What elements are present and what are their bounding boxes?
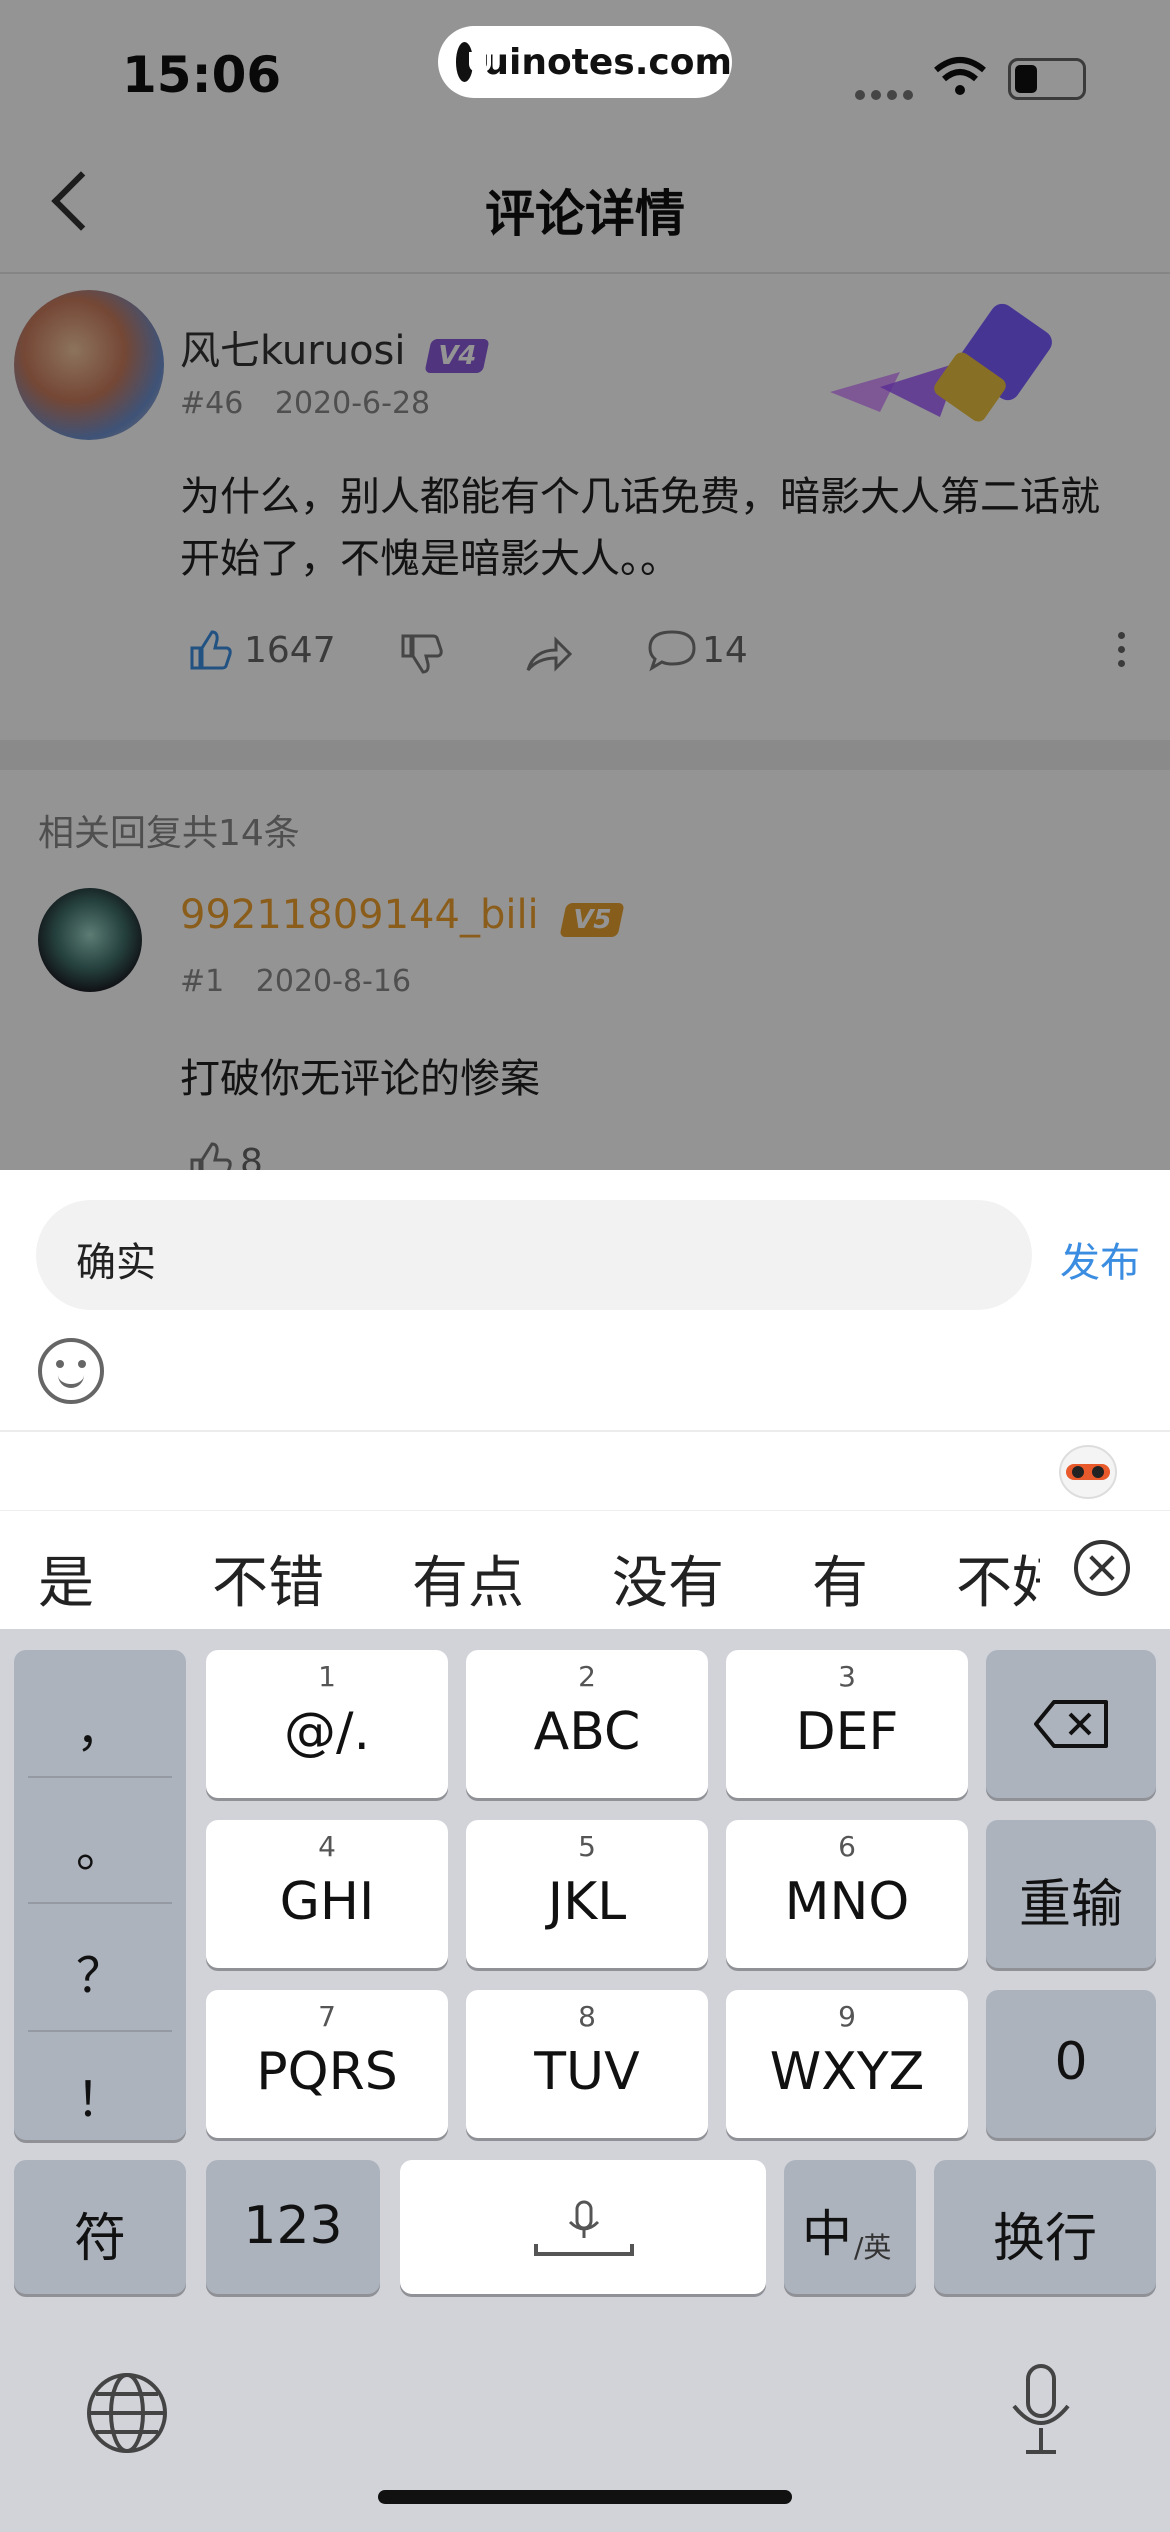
space-mic-icon <box>534 2200 634 2256</box>
key-label-main: 中 <box>802 2205 852 2263</box>
dim-overlay[interactable] <box>0 0 1170 1170</box>
comment-input[interactable]: 确实 <box>36 1200 1032 1310</box>
key-label: DEF <box>795 1702 899 1762</box>
key-2[interactable]: 2 ABC <box>466 1650 708 1798</box>
key-label: ABC <box>533 1702 641 1762</box>
key-label: TUV <box>534 2042 640 2102</box>
symbols-key[interactable]: 符 <box>14 2160 186 2294</box>
key-number: 5 <box>578 1830 596 1863</box>
reenter-key[interactable]: 重输 <box>986 1820 1156 1968</box>
candidate-word[interactable]: 是 <box>38 1538 94 1619</box>
key-label: PQRS <box>256 2042 398 2102</box>
key-7[interactable]: 7 PQRS <box>206 1990 448 2138</box>
candidate-word[interactable]: 不错 <box>212 1538 324 1619</box>
backspace-key[interactable] <box>986 1650 1156 1798</box>
key-1[interactable]: 1 @/. <box>206 1650 448 1798</box>
key-0[interactable]: 0 <box>986 1990 1156 2138</box>
key-number: 3 <box>838 1660 856 1693</box>
numbers-key[interactable]: 123 <box>206 2160 380 2294</box>
globe-icon[interactable] <box>84 2370 170 2456</box>
punct-question-key[interactable]: ？ <box>14 1936 186 2006</box>
site-banner: uinotes.com <box>438 26 732 98</box>
publish-button[interactable]: 发布 <box>1060 1230 1140 1288</box>
key-label: 符 <box>73 2209 126 2269</box>
key-label: 0 <box>1054 2032 1088 2092</box>
candidate-word[interactable]: 有 <box>812 1538 868 1619</box>
key-5[interactable]: 5 JKL <box>466 1820 708 1968</box>
key-6[interactable]: 6 MNO <box>726 1820 968 1968</box>
candidate-word[interactable]: 有点 <box>412 1538 524 1619</box>
key-label: JKL <box>547 1872 627 1932</box>
composer-divider <box>0 1430 1170 1432</box>
key-label: 换行 <box>992 2209 1097 2269</box>
space-key[interactable] <box>400 2160 766 2294</box>
key-label: MNO <box>784 1872 910 1932</box>
key-label: GHI <box>279 1872 375 1932</box>
key-8[interactable]: 8 TUV <box>466 1990 708 2138</box>
site-logo-icon <box>456 42 492 82</box>
punct-period-key[interactable]: 。 <box>14 1810 186 1880</box>
site-name: uinotes.com <box>483 41 732 83</box>
key-4[interactable]: 4 GHI <box>206 1820 448 1968</box>
key-label: @/. <box>283 1702 371 1762</box>
dictation-mic-icon[interactable] <box>1006 2362 1076 2458</box>
key-label: WXYZ <box>769 2042 925 2102</box>
close-candidates-icon[interactable] <box>1074 1540 1130 1596</box>
key-3[interactable]: 3 DEF <box>726 1650 968 1798</box>
candidate-word[interactable]: 不好 <box>956 1538 1040 1619</box>
candidate-word[interactable]: 没有 <box>612 1538 724 1619</box>
comment-input-value: 确实 <box>76 1240 156 1286</box>
punct-comma-key[interactable]: ， <box>14 1690 186 1760</box>
punctuation-column[interactable]: ， 。 ？ ！ <box>14 1650 186 2140</box>
return-key[interactable]: 换行 <box>934 2160 1156 2294</box>
key-number: 6 <box>838 1830 856 1863</box>
backspace-icon <box>1034 1700 1108 1748</box>
emoji-icon[interactable] <box>38 1338 104 1404</box>
key-number: 8 <box>578 2000 596 2033</box>
key-number: 9 <box>838 2000 856 2033</box>
key-label: 重输 <box>1018 1875 1123 1935</box>
language-key[interactable]: 中 /英 <box>784 2160 916 2294</box>
key-label: 123 <box>243 2196 343 2256</box>
key-number: 4 <box>318 1830 336 1863</box>
key-9[interactable]: 9 WXYZ <box>726 1990 968 2138</box>
punct-exclaim-key[interactable]: ！ <box>14 2060 186 2130</box>
keyboard-mascot-icon[interactable] <box>1056 1440 1120 1500</box>
key-number: 1 <box>318 1660 336 1693</box>
home-indicator[interactable] <box>378 2490 792 2504</box>
key-number: 2 <box>578 1660 596 1693</box>
key-number: 7 <box>318 2000 336 2033</box>
key-label-sub: /英 <box>854 2231 892 2264</box>
